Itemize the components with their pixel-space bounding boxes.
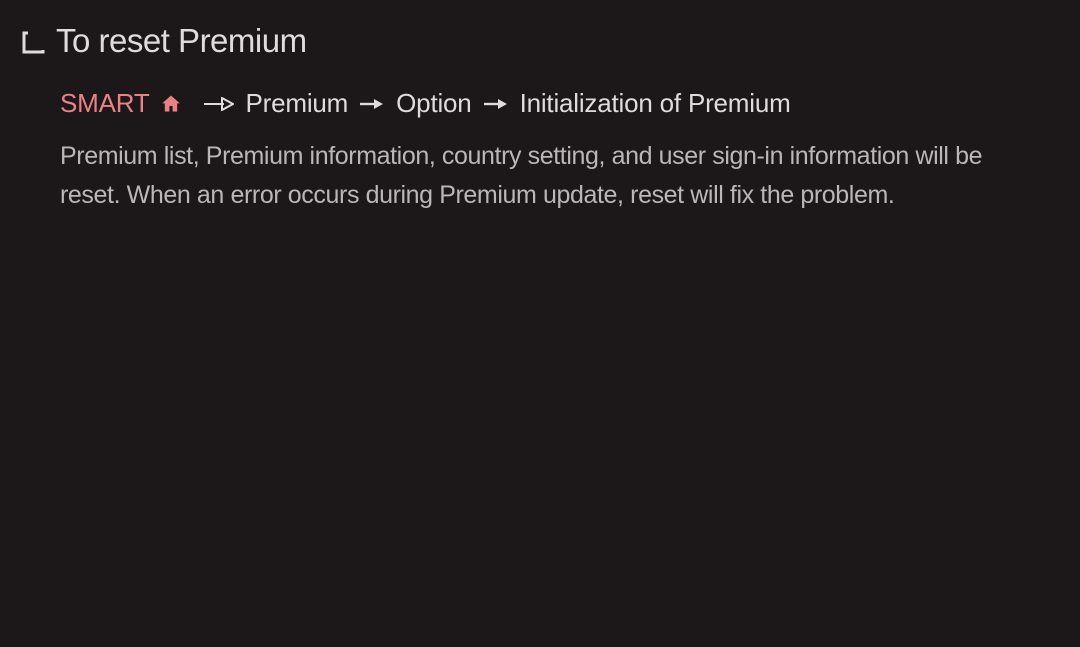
path-smart-label: SMART xyxy=(60,88,150,119)
path-premium-label: Premium xyxy=(246,88,349,119)
section-title: To reset Premium xyxy=(56,22,307,60)
description-text: Premium list, Premium information, count… xyxy=(60,137,1018,215)
arrow-icon xyxy=(484,98,508,110)
arrow-icon xyxy=(204,97,234,111)
help-page: To reset Premium SMART Premium Option xyxy=(0,0,1080,215)
section-bullet-icon xyxy=(22,30,52,52)
arrow-icon xyxy=(360,98,384,110)
path-option-label: Option xyxy=(396,88,471,119)
menu-path: SMART Premium Option I xyxy=(60,88,1058,119)
home-icon xyxy=(160,93,182,115)
section-title-row: To reset Premium xyxy=(22,22,1058,60)
path-initialization-label: Initialization of Premium xyxy=(520,88,791,119)
